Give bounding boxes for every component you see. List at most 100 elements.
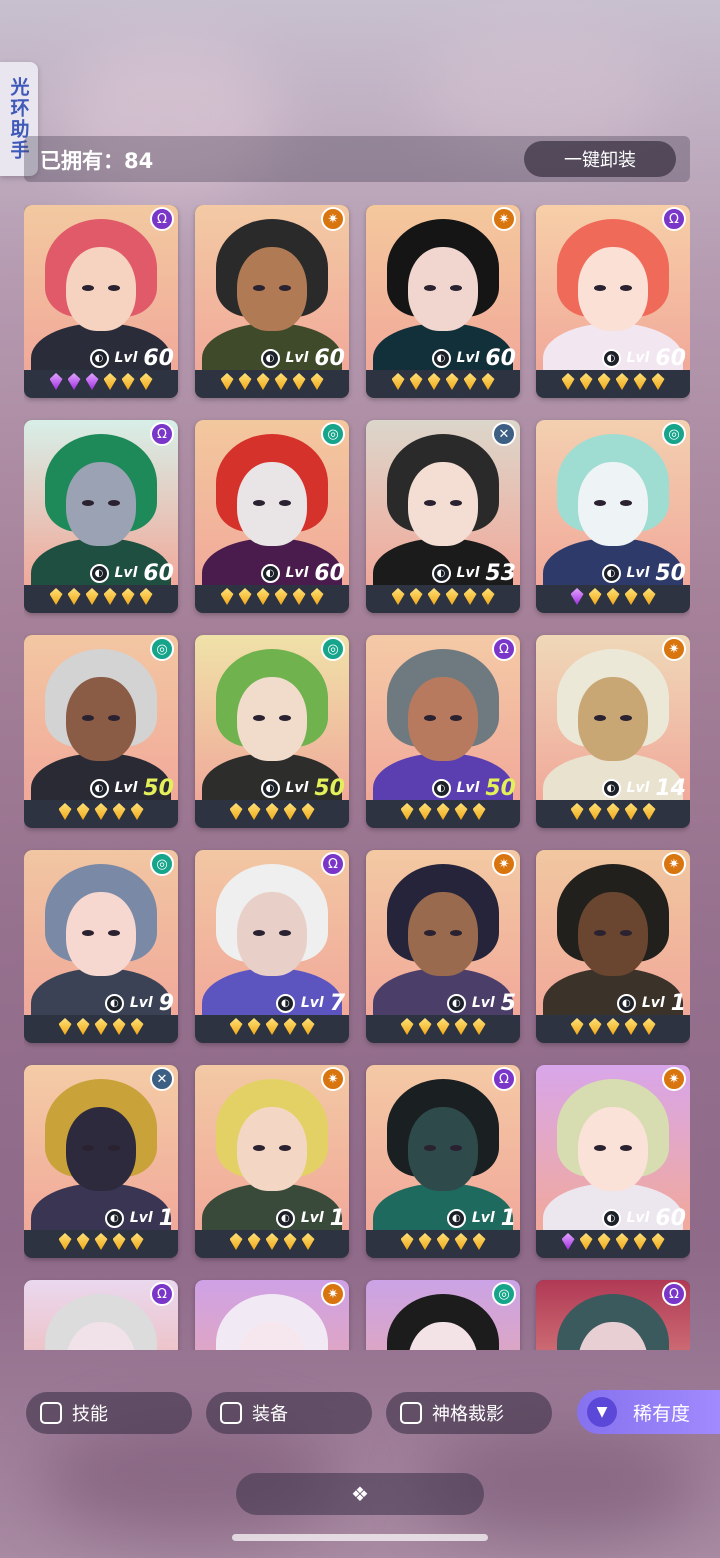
level-prefix: Lvl [471, 995, 495, 1011]
level-row: ◐ Lvl 60 [89, 345, 174, 371]
gold-gem-icon [391, 373, 405, 390]
star-rank-row [24, 1018, 178, 1040]
gold-gem-icon [292, 588, 306, 605]
hero-card[interactable]: Ω ◐ Lvl 1 [366, 1065, 520, 1258]
gold-gem-icon [400, 1233, 414, 1250]
hero-card[interactable]: Ω ◐ Lvl 7 [195, 850, 349, 1043]
gold-gem-icon [588, 1018, 602, 1035]
progress-dial-icon: ◐ [89, 563, 109, 583]
gold-gem-icon [139, 588, 153, 605]
gold-gem-icon [229, 1233, 243, 1250]
filter-equipment-toggle[interactable]: 装备 [206, 1392, 372, 1434]
filter-divinity-toggle[interactable]: 神格裁影 [386, 1392, 552, 1434]
hero-card[interactable]: ◎ ◐ Lvl 50 [536, 420, 690, 613]
sort-rarity-button[interactable]: ▼ 稀有度 [577, 1390, 720, 1434]
gold-gem-icon [58, 803, 72, 820]
portrait-eye [108, 285, 120, 291]
gold-gem-icon [463, 588, 477, 605]
hero-level: 1 [670, 990, 686, 1016]
portrait-eye [108, 1145, 120, 1151]
portrait-eye [279, 285, 291, 291]
level-row: ◐ Lvl 60 [601, 1205, 686, 1231]
portrait-face [66, 1107, 136, 1191]
hero-card[interactable]: ◎ ◐ Lvl 50 [24, 635, 178, 828]
hero-grid: Ω ◐ Lvl 60 ✷ ◐ Lvl 60 ✷ ◐ Lvl 60 Ω ◐ Lvl 60 Ω ◐ Lvl 60 ◎ ◐ Lvl… [24, 205, 690, 1350]
bottom-menu-button[interactable]: ❖ [236, 1473, 484, 1515]
filter-skill-toggle[interactable]: 技能 [26, 1392, 192, 1434]
progress-dial-icon: ◐ [446, 1208, 466, 1228]
portrait-face [237, 677, 307, 761]
hero-card[interactable]: ✷ ◐ Lvl 1 [195, 1065, 349, 1258]
portrait-eye [594, 500, 606, 506]
gold-gem-icon [472, 1018, 486, 1035]
gold-gem-icon [651, 373, 665, 390]
gold-gem-icon [103, 588, 117, 605]
gold-gem-icon [274, 373, 288, 390]
hero-card[interactable]: ✷ ◐ Lvl 1 [536, 850, 690, 1043]
portrait-face [408, 247, 478, 331]
element-strand-icon: ✕ [492, 422, 516, 446]
portrait-eye [620, 1145, 632, 1151]
gold-gem-icon [130, 1233, 144, 1250]
level-prefix: Lvl [285, 350, 309, 366]
gold-gem-icon [481, 588, 495, 605]
portrait-eye [82, 500, 94, 506]
portrait-eye [450, 500, 462, 506]
element-arcane-icon: Ω [662, 1282, 686, 1306]
gold-gem-icon [139, 373, 153, 390]
purple-gem-icon [561, 1233, 575, 1250]
gold-gem-icon [121, 588, 135, 605]
hero-card[interactable]: ✕ ◐ Lvl 1 [24, 1065, 178, 1258]
progress-dial-icon: ◐ [601, 778, 621, 798]
star-rank-row [536, 1018, 690, 1040]
gold-gem-icon [418, 803, 432, 820]
unequip-all-button[interactable]: 一键卸装 [524, 141, 676, 177]
hero-card[interactable]: ✕ ◐ Lvl 53 [366, 420, 520, 613]
gold-gem-icon [283, 1018, 297, 1035]
progress-dial-icon: ◐ [89, 778, 109, 798]
gold-gem-icon [418, 1233, 432, 1250]
level-prefix: Lvl [300, 1210, 324, 1226]
home-indicator[interactable] [232, 1534, 488, 1541]
gold-gem-icon [391, 588, 405, 605]
gold-gem-icon [436, 803, 450, 820]
progress-dial-icon: ◐ [431, 348, 451, 368]
progress-dial-icon: ◐ [260, 563, 280, 583]
hero-level: 7 [329, 990, 345, 1016]
portrait-face [408, 677, 478, 761]
level-row: ◐ Lvl 1 [275, 1205, 345, 1231]
hero-level: 50 [485, 775, 516, 801]
hero-card[interactable]: ✷ [195, 1280, 349, 1350]
hero-card[interactable]: ◎ ◐ Lvl 50 [195, 635, 349, 828]
hero-card[interactable]: Ω ◐ Lvl 60 [24, 420, 178, 613]
level-row: ◐ Lvl 60 [431, 345, 516, 371]
gold-gem-icon [400, 803, 414, 820]
hero-level: 60 [655, 345, 686, 371]
hero-card[interactable]: Ω ◐ Lvl 60 [24, 205, 178, 398]
hero-card[interactable]: Ω ◐ Lvl 60 [536, 205, 690, 398]
hero-card[interactable]: ✷ ◐ Lvl 5 [366, 850, 520, 1043]
hero-card[interactable]: ✷ ◐ Lvl 60 [536, 1065, 690, 1258]
gold-gem-icon [76, 1233, 90, 1250]
hero-card[interactable]: Ω [24, 1280, 178, 1350]
hero-card[interactable]: ✷ ◐ Lvl 60 [195, 205, 349, 398]
gold-gem-icon [247, 1233, 261, 1250]
element-void-icon: ◎ [662, 422, 686, 446]
portrait-eye [424, 285, 436, 291]
hero-card[interactable]: ◎ ◐ Lvl 60 [195, 420, 349, 613]
hero-card[interactable]: ◎ [366, 1280, 520, 1350]
hero-card[interactable]: ✷ ◐ Lvl 14 [536, 635, 690, 828]
hero-card[interactable]: Ω [536, 1280, 690, 1350]
gold-gem-icon [274, 588, 288, 605]
element-solar-icon: ✷ [321, 207, 345, 231]
element-solar-icon: ✷ [321, 1067, 345, 1091]
gold-gem-icon [400, 1018, 414, 1035]
level-prefix: Lvl [285, 565, 309, 581]
hero-card[interactable]: ◎ ◐ Lvl 9 [24, 850, 178, 1043]
portrait-eye [594, 285, 606, 291]
level-prefix: Lvl [300, 995, 324, 1011]
element-solar-icon: ✷ [492, 852, 516, 876]
hero-card[interactable]: ✷ ◐ Lvl 60 [366, 205, 520, 398]
portrait-eye [424, 1145, 436, 1151]
hero-card[interactable]: Ω ◐ Lvl 50 [366, 635, 520, 828]
